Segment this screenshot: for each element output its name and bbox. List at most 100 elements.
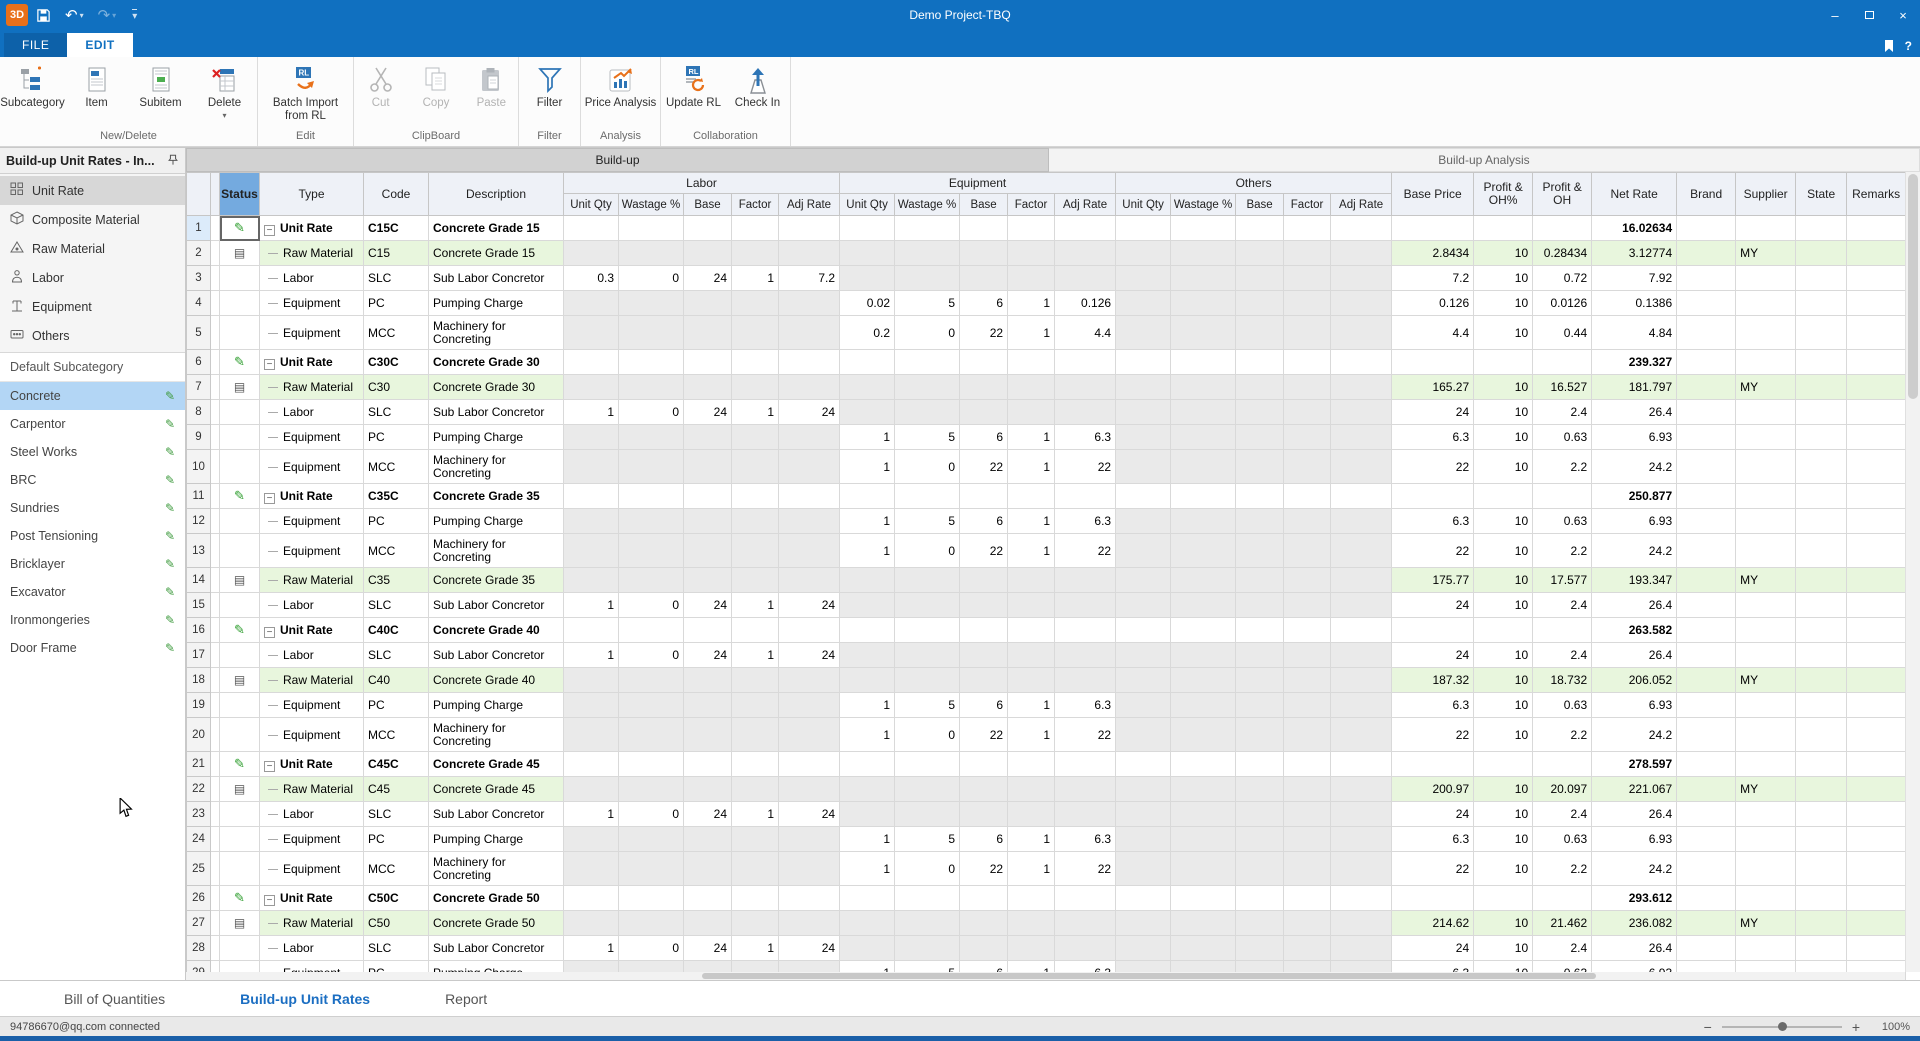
cell-code[interactable]: C30: [364, 375, 429, 400]
cell-supplier[interactable]: [1736, 827, 1796, 852]
cell-equip-3[interactable]: 1: [1008, 425, 1055, 450]
cell-profit-oh[interactable]: [1533, 752, 1592, 777]
cell-code[interactable]: C40C: [364, 618, 429, 643]
cell-equip-1[interactable]: [895, 777, 960, 802]
cell-code[interactable]: SLC: [364, 643, 429, 668]
cell-type[interactable]: −Unit Rate: [260, 752, 364, 777]
zoom-slider-thumb[interactable]: [1778, 1022, 1787, 1031]
cell-labor-0[interactable]: 1: [564, 802, 619, 827]
cell-equip-3[interactable]: [1008, 802, 1055, 827]
cell-profit-oh[interactable]: 0.44: [1533, 316, 1592, 350]
cell-description[interactable]: Pumping Charge: [429, 509, 564, 534]
cell-equip-1[interactable]: [895, 484, 960, 509]
cell-labor-4[interactable]: [779, 316, 840, 350]
undo-icon[interactable]: ↶▾: [65, 6, 84, 24]
cell-others-1[interactable]: [1171, 886, 1236, 911]
row-number[interactable]: 24: [187, 827, 211, 852]
cell-others-3[interactable]: [1284, 777, 1331, 802]
cell-remarks[interactable]: [1847, 777, 1906, 802]
cell-state[interactable]: [1796, 450, 1847, 484]
row-number[interactable]: 8: [187, 400, 211, 425]
cell-others-1[interactable]: [1171, 375, 1236, 400]
cell-labor-1[interactable]: [619, 827, 684, 852]
cell-equip-1[interactable]: [895, 266, 960, 291]
cell-state[interactable]: [1796, 266, 1847, 291]
cell-others-2[interactable]: [1236, 375, 1284, 400]
cell-equip-2[interactable]: [960, 752, 1008, 777]
cell-supplier[interactable]: [1736, 618, 1796, 643]
cell-status[interactable]: ▤: [220, 777, 260, 802]
cell-status[interactable]: ✎: [220, 216, 260, 241]
cell-description[interactable]: Sub Labor Concretor: [429, 802, 564, 827]
cell-others-4[interactable]: [1331, 593, 1392, 618]
row-number[interactable]: 1: [187, 216, 211, 241]
cell-others-4[interactable]: [1331, 752, 1392, 777]
cell-state[interactable]: [1796, 643, 1847, 668]
cell-equip-2[interactable]: 6: [960, 827, 1008, 852]
cell-others-2[interactable]: [1236, 593, 1284, 618]
cell-equip-1[interactable]: 0: [895, 534, 960, 568]
cell-profit-oh[interactable]: 2.2: [1533, 450, 1592, 484]
row-number-header[interactable]: [187, 173, 211, 216]
cell-equip-3[interactable]: 1: [1008, 827, 1055, 852]
cell-equip-1[interactable]: [895, 400, 960, 425]
indicator-cell[interactable]: [211, 400, 220, 425]
cell-profit-oh-pct[interactable]: 10: [1474, 291, 1533, 316]
cell-brand[interactable]: [1677, 350, 1736, 375]
filter-button[interactable]: Filter: [519, 61, 580, 130]
cell-others-3[interactable]: [1284, 425, 1331, 450]
indicator-cell[interactable]: [211, 643, 220, 668]
cell-equip-4[interactable]: 4.4: [1055, 316, 1116, 350]
cell-others-3[interactable]: [1284, 241, 1331, 266]
cell-others-2[interactable]: [1236, 886, 1284, 911]
cell-labor-2[interactable]: [684, 752, 732, 777]
cell-base-price[interactable]: 6.3: [1392, 425, 1474, 450]
cell-remarks[interactable]: [1847, 886, 1906, 911]
cell-base-price[interactable]: 24: [1392, 936, 1474, 961]
cell-equip-3[interactable]: [1008, 936, 1055, 961]
cell-supplier[interactable]: [1736, 425, 1796, 450]
cell-state[interactable]: [1796, 241, 1847, 266]
cell-equip-2[interactable]: [960, 668, 1008, 693]
cell-labor-2[interactable]: [684, 852, 732, 886]
cell-brand[interactable]: [1677, 450, 1736, 484]
cell-description[interactable]: Sub Labor Concretor: [429, 936, 564, 961]
cell-others-4[interactable]: [1331, 718, 1392, 752]
cell-labor-0[interactable]: [564, 375, 619, 400]
edit-pencil-icon[interactable]: ✎: [165, 585, 175, 599]
cell-supplier[interactable]: [1736, 216, 1796, 241]
cell-base-price[interactable]: [1392, 886, 1474, 911]
row-number[interactable]: 9: [187, 425, 211, 450]
row-number[interactable]: 27: [187, 911, 211, 936]
cell-status[interactable]: ✎: [220, 886, 260, 911]
subcolumn-header-labor-wastage-[interactable]: Wastage %: [619, 194, 684, 216]
column-header-supplier[interactable]: Supplier: [1736, 173, 1796, 216]
cell-profit-oh-pct[interactable]: 10: [1474, 568, 1533, 593]
cell-others-0[interactable]: [1116, 509, 1171, 534]
indicator-cell[interactable]: [211, 936, 220, 961]
indicator-cell[interactable]: [211, 534, 220, 568]
cell-others-2[interactable]: [1236, 216, 1284, 241]
cell-others-0[interactable]: [1116, 316, 1171, 350]
cell-others-3[interactable]: [1284, 618, 1331, 643]
cell-others-1[interactable]: [1171, 852, 1236, 886]
cell-labor-3[interactable]: [732, 777, 779, 802]
cell-type[interactable]: Labor: [260, 802, 364, 827]
cell-brand[interactable]: [1677, 216, 1736, 241]
cell-labor-3[interactable]: [732, 509, 779, 534]
cell-equip-2[interactable]: [960, 266, 1008, 291]
cell-labor-4[interactable]: [779, 777, 840, 802]
cell-base-price[interactable]: 175.77: [1392, 568, 1474, 593]
vertical-scrollbar[interactable]: [1905, 172, 1920, 972]
cell-others-2[interactable]: [1236, 484, 1284, 509]
cell-labor-3[interactable]: [732, 752, 779, 777]
cell-profit-oh-pct[interactable]: 10: [1474, 643, 1533, 668]
cell-base-price[interactable]: [1392, 752, 1474, 777]
cell-base-price[interactable]: 24: [1392, 400, 1474, 425]
cell-remarks[interactable]: [1847, 216, 1906, 241]
cell-code[interactable]: PC: [364, 509, 429, 534]
cell-state[interactable]: [1796, 375, 1847, 400]
cell-equip-2[interactable]: 22: [960, 718, 1008, 752]
cell-type[interactable]: Equipment: [260, 509, 364, 534]
cell-others-2[interactable]: [1236, 291, 1284, 316]
